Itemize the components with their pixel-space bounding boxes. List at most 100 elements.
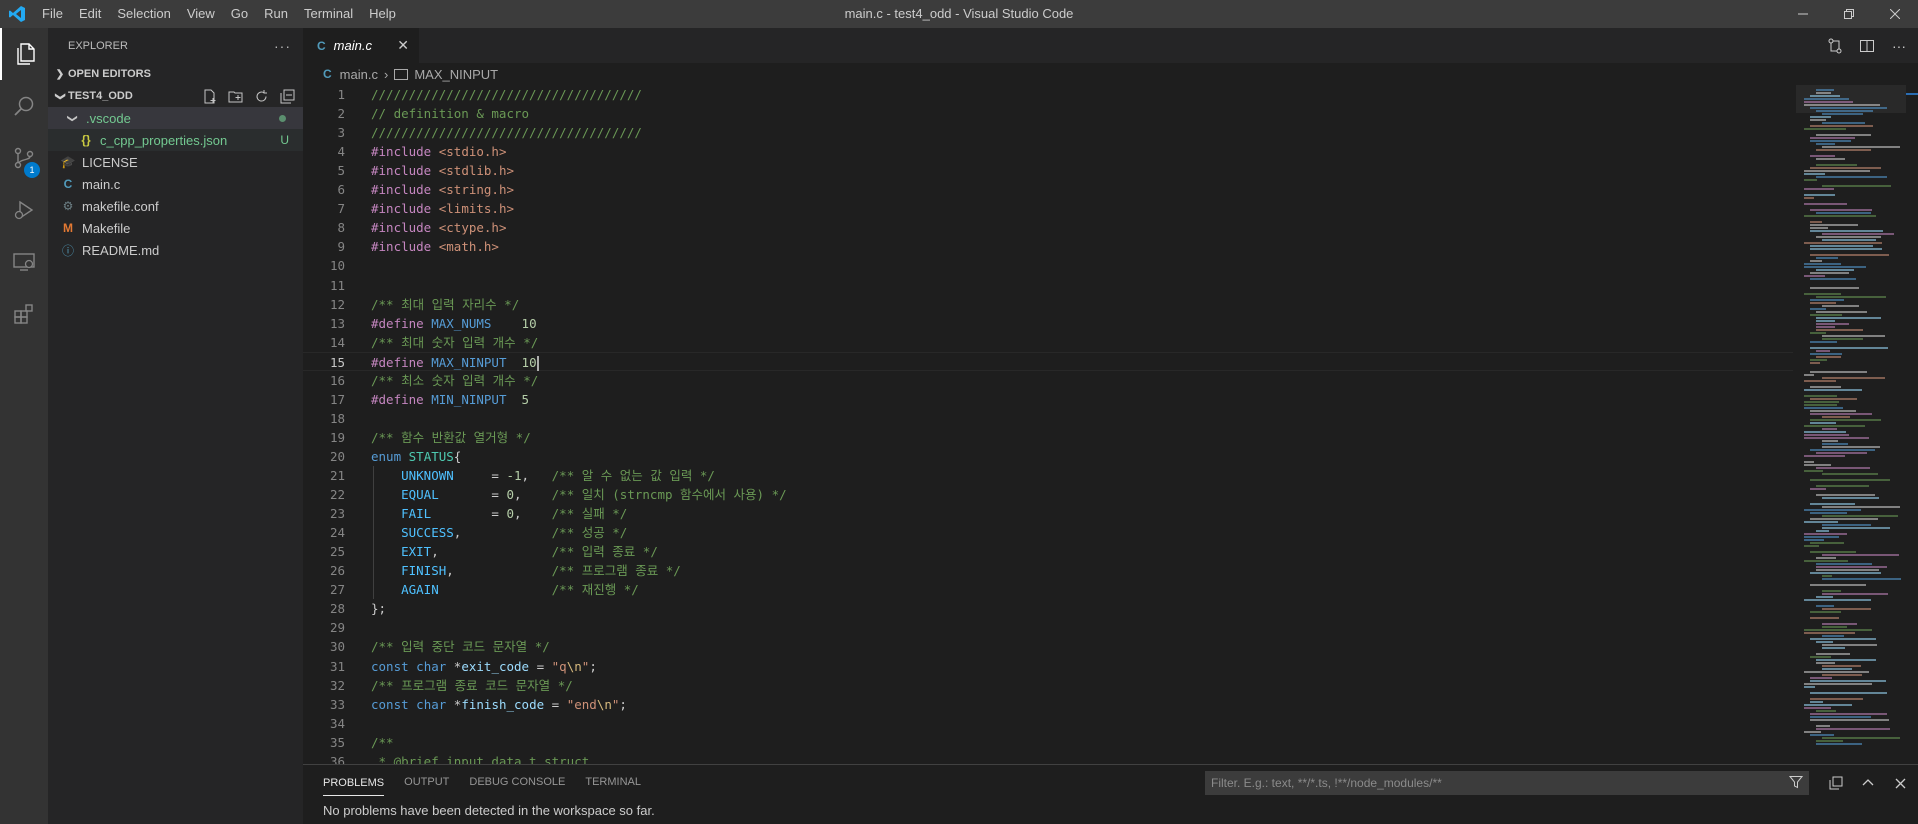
- code-line[interactable]: 24 SUCCESS, /** 성공 */: [303, 523, 1793, 542]
- code-line[interactable]: 17 #define MIN_NINPUT 5: [303, 390, 1793, 409]
- code-line[interactable]: 13 #define MAX_NUMS 10: [303, 314, 1793, 333]
- code-line[interactable]: 29: [303, 618, 1793, 637]
- code-line[interactable]: 12 /** 최대 입력 자리수 */: [303, 295, 1793, 314]
- new-folder-icon[interactable]: [225, 86, 245, 106]
- code-line[interactable]: 4 #include <stdio.h>: [303, 142, 1793, 161]
- scroll-thumb[interactable]: [1906, 93, 1918, 95]
- code-line[interactable]: 23 FAIL = 0, /** 실패 */: [303, 504, 1793, 523]
- code-line[interactable]: 26 FINISH, /** 프로그램 종료 */: [303, 561, 1793, 580]
- tree-item-makefile[interactable]: M Makefile: [48, 217, 303, 239]
- menu-edit[interactable]: Edit: [71, 0, 109, 28]
- close-tab-icon[interactable]: ✕: [397, 37, 409, 54]
- line-number: 12: [329, 296, 345, 312]
- open-changes-icon[interactable]: [1826, 37, 1844, 55]
- workspace-folder-section[interactable]: ❯ TEST4_ODD: [48, 85, 303, 107]
- extensions-activity[interactable]: [0, 288, 48, 340]
- code-line[interactable]: 1 ////////////////////////////////////: [303, 85, 1793, 104]
- tab-main-c[interactable]: C main.c ✕: [303, 28, 419, 63]
- code-line[interactable]: 21 UNKNOWN = -1, /** 알 수 없는 값 입력 */: [303, 466, 1793, 485]
- minimize-button[interactable]: [1780, 0, 1826, 28]
- code-line[interactable]: 28};: [303, 599, 1793, 618]
- search-activity[interactable]: [0, 80, 48, 132]
- collapse-all-icon[interactable]: [277, 86, 297, 106]
- breadcrumb-file[interactable]: main.c: [340, 67, 378, 82]
- collapse-all-icon[interactable]: [1828, 775, 1844, 791]
- code-line[interactable]: 2 // definition & macro: [303, 104, 1793, 123]
- code-text: FINISH, /** 프로그램 종료 */: [401, 563, 681, 579]
- breadcrumb-symbol[interactable]: MAX_NINPUT: [414, 67, 498, 82]
- chevron-right-icon: ❯: [55, 68, 65, 80]
- filter-icon[interactable]: [1788, 775, 1804, 792]
- close-window-button[interactable]: [1872, 0, 1918, 28]
- new-file-icon[interactable]: [199, 86, 219, 106]
- run-debug-icon: [14, 200, 34, 220]
- tree-item-readme[interactable]: ⓘ README.md: [48, 239, 303, 261]
- code-line[interactable]: 11: [303, 276, 1793, 295]
- tree-item-makefile-conf[interactable]: ⚙ makefile.conf: [48, 195, 303, 217]
- code-line[interactable]: 8 #include <ctype.h>: [303, 218, 1793, 237]
- menu-file[interactable]: File: [34, 0, 71, 28]
- code-line[interactable]: 34: [303, 714, 1793, 733]
- panel-actions: [1828, 771, 1908, 795]
- tree-item-license[interactable]: 🎓 LICENSE: [48, 151, 303, 173]
- code-line[interactable]: 5 #include <stdlib.h>: [303, 161, 1793, 180]
- minimap[interactable]: [1796, 85, 1906, 764]
- code-line[interactable]: 6 #include <string.h>: [303, 180, 1793, 199]
- tab-terminal[interactable]: TERMINAL: [585, 765, 641, 800]
- code-line[interactable]: 19 /** 함수 반환값 열거형 */: [303, 428, 1793, 447]
- minimap-line: [1816, 485, 1869, 487]
- open-editors-section[interactable]: ❯ OPEN EDITORS: [48, 63, 303, 85]
- code-editor[interactable]: 1 //////////////////////////////////// 2 //…: [303, 85, 1918, 764]
- tab-debug-console[interactable]: DEBUG CONSOLE: [469, 765, 565, 800]
- code-line[interactable]: 14 /** 최대 숫자 입력 개수 */: [303, 333, 1793, 352]
- code-line[interactable]: 32 /** 프로그램 종료 코드 문자열 */: [303, 676, 1793, 695]
- tab-problems[interactable]: PROBLEMS: [323, 770, 385, 796]
- source-control-activity[interactable]: 1: [0, 132, 48, 184]
- remote-explorer-activity[interactable]: [0, 236, 48, 288]
- refresh-icon[interactable]: [251, 86, 271, 106]
- code-line[interactable]: 18: [303, 409, 1793, 428]
- code-line[interactable]: 25 EXIT, /** 입력 종료 */: [303, 542, 1793, 561]
- vertical-scrollbar[interactable]: [1906, 85, 1918, 764]
- code-line[interactable]: 3 ////////////////////////////////////: [303, 123, 1793, 142]
- restore-button[interactable]: [1826, 0, 1872, 28]
- code-line[interactable]: 20 enum STATUS{: [303, 447, 1793, 466]
- code-line[interactable]: 10: [303, 256, 1793, 275]
- minimap-line: [1822, 335, 1885, 337]
- menu-help[interactable]: Help: [361, 0, 404, 28]
- minimap-line: [1810, 116, 1831, 118]
- vscode-logo-icon[interactable]: [0, 0, 34, 28]
- tree-item-c-cpp-properties[interactable]: {} c_cpp_properties.json U: [48, 129, 303, 151]
- split-editor-icon[interactable]: [1858, 37, 1876, 55]
- menu-selection[interactable]: Selection: [109, 0, 178, 28]
- code-line[interactable]: 27 AGAIN /** 재진행 */: [303, 580, 1793, 599]
- code-line[interactable]: 16 /** 최소 숫자 입력 개수 */: [303, 371, 1793, 390]
- menu-terminal[interactable]: Terminal: [296, 0, 361, 28]
- more-actions-icon[interactable]: ···: [1890, 37, 1908, 55]
- tab-output[interactable]: OUTPUT: [404, 765, 449, 800]
- tree-item-vscode[interactable]: ❯ .vscode: [48, 107, 303, 129]
- code-line[interactable]: 7 #include <limits.h>: [303, 199, 1793, 218]
- menu-view[interactable]: View: [179, 0, 223, 28]
- code-line[interactable]: 31 const char *exit_code = "q\n";: [303, 657, 1793, 676]
- run-debug-activity[interactable]: [0, 184, 48, 236]
- minimap-line: [1810, 692, 1887, 694]
- maximize-panel-icon[interactable]: [1860, 775, 1876, 791]
- explorer-activity[interactable]: [0, 28, 48, 80]
- minimap-line: [1816, 566, 1888, 568]
- code-line[interactable]: 36 * @brief input data t struct: [303, 752, 1793, 764]
- minimap-line: [1822, 590, 1842, 592]
- minimap-line: [1816, 350, 1830, 352]
- code-line[interactable]: 33 const char *finish_code = "end\n";: [303, 695, 1793, 714]
- code-line[interactable]: 35 /**: [303, 733, 1793, 752]
- tree-item-main-c[interactable]: C main.c: [48, 173, 303, 195]
- code-line[interactable]: 15 #define MAX_NINPUT 10: [303, 351, 1793, 371]
- code-line[interactable]: 9 #include <math.h>: [303, 237, 1793, 256]
- close-panel-icon[interactable]: [1892, 775, 1908, 791]
- code-line[interactable]: 22 EQUAL = 0, /** 일치 (strncmp 함수에서 사용) *…: [303, 485, 1793, 504]
- menu-run[interactable]: Run: [256, 0, 296, 28]
- menu-go[interactable]: Go: [223, 0, 256, 28]
- code-line[interactable]: 30 /** 입력 중단 코드 문자열 */: [303, 637, 1793, 656]
- problems-filter-input[interactable]: Filter. E.g.: text, **/*.ts, !**/node_mo…: [1205, 771, 1809, 795]
- more-actions-icon[interactable]: ···: [274, 38, 291, 54]
